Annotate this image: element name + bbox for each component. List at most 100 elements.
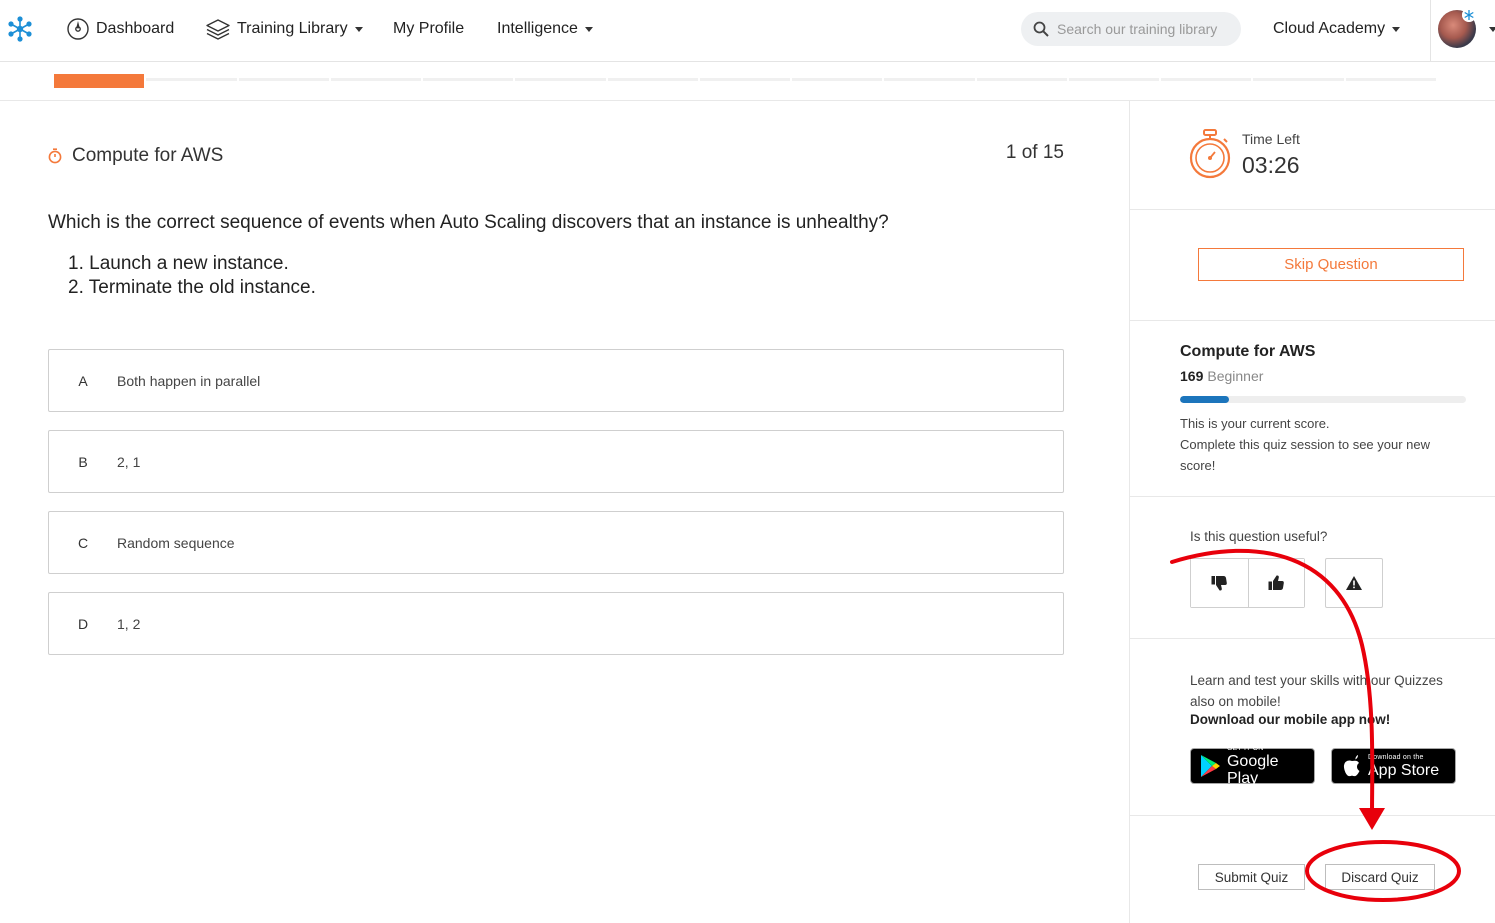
progress-segment bbox=[146, 78, 237, 81]
progress-segment bbox=[699, 78, 791, 81]
sidebar-divider bbox=[1129, 101, 1130, 923]
top-navbar: Dashboard Training Library My Profile In… bbox=[0, 0, 1495, 62]
cloud-academy-logo-icon[interactable] bbox=[5, 14, 35, 44]
progress-segment bbox=[423, 78, 514, 81]
progress-segment bbox=[238, 78, 329, 81]
nav-my-profile[interactable]: My Profile bbox=[393, 0, 464, 58]
sidebar-section-divider bbox=[1130, 496, 1495, 497]
nav-divider bbox=[1430, 0, 1431, 61]
google-play-small-text: GET IT ON bbox=[1226, 745, 1264, 752]
thumbs-up-button[interactable] bbox=[1247, 559, 1304, 607]
search-input[interactable] bbox=[1057, 21, 1232, 37]
vote-group bbox=[1190, 558, 1305, 608]
progress-segment bbox=[1068, 78, 1160, 81]
progress-segment bbox=[515, 78, 606, 81]
nav-intelligence[interactable]: Intelligence bbox=[497, 0, 593, 58]
chevron-down-icon[interactable] bbox=[1489, 27, 1495, 32]
chevron-down-icon bbox=[584, 26, 593, 32]
divider bbox=[0, 100, 1495, 101]
snowflake-badge-icon bbox=[1462, 8, 1476, 22]
skip-question-button[interactable]: Skip Question bbox=[1198, 248, 1464, 281]
progress-segment bbox=[884, 78, 975, 81]
score-progress-bar bbox=[1180, 396, 1466, 403]
nav-my-profile-label: My Profile bbox=[393, 20, 465, 37]
answer-text: 2, 1 bbox=[117, 453, 141, 470]
submit-quiz-button[interactable]: Submit Quiz bbox=[1198, 864, 1305, 890]
nav-training-library[interactable]: Training Library bbox=[205, 0, 363, 58]
time-left-label: Time Left bbox=[1242, 131, 1300, 147]
mobile-promo-cta: Download our mobile app now! bbox=[1190, 712, 1391, 727]
search-box[interactable] bbox=[1021, 12, 1241, 46]
answer-text: Both happen in parallel bbox=[117, 372, 261, 389]
score-progress-fill bbox=[1180, 396, 1229, 403]
report-problem-button[interactable] bbox=[1325, 558, 1383, 608]
chevron-down-icon bbox=[1392, 26, 1401, 32]
useful-question-label: Is this question useful? bbox=[1190, 529, 1328, 544]
score-note-line: This is your current score. bbox=[1180, 416, 1330, 431]
score-level: Beginner bbox=[1207, 368, 1264, 384]
answer-letter: D bbox=[77, 615, 89, 632]
progress-segment bbox=[792, 78, 883, 81]
app-store-big-text: App Store bbox=[1368, 761, 1440, 779]
answer-letter: A bbox=[78, 372, 88, 389]
thumbs-down-icon bbox=[1211, 576, 1228, 591]
score-note-line: Complete this quiz session to see your n… bbox=[1180, 437, 1431, 473]
nav-intelligence-label: Intelligence bbox=[497, 20, 578, 37]
answer-option-b[interactable]: B 2, 1 bbox=[48, 430, 1064, 493]
layers-icon bbox=[206, 19, 230, 40]
warning-icon bbox=[1346, 576, 1362, 590]
sidebar-section-divider bbox=[1130, 815, 1495, 816]
question-step: 2. Terminate the old instance. bbox=[68, 277, 316, 298]
sidebar-section-divider bbox=[1130, 209, 1495, 210]
question-steps: 1. Launch a new instance. 2. Terminate t… bbox=[68, 252, 316, 300]
progress-segment bbox=[607, 78, 698, 81]
progress-segment bbox=[54, 74, 145, 88]
thumbs-up-icon bbox=[1268, 575, 1285, 590]
progress-segment bbox=[330, 78, 422, 81]
nav-dashboard-label: Dashboard bbox=[96, 20, 175, 37]
apple-icon bbox=[1343, 755, 1360, 777]
thumbs-down-button[interactable] bbox=[1191, 559, 1248, 607]
google-play-badge[interactable]: GET IT ON Google Play bbox=[1190, 745, 1315, 787]
question-step: 1. Launch a new instance. bbox=[68, 253, 289, 274]
mobile-promo-text: Learn and test your skills with our Quiz… bbox=[1190, 673, 1443, 709]
app-store-badge[interactable]: Download on the App Store bbox=[1331, 748, 1456, 784]
app-store-small-text: Download on the bbox=[1368, 753, 1424, 761]
nav-account-label: Cloud Academy bbox=[1273, 20, 1386, 37]
sidebar-section-divider bbox=[1130, 320, 1495, 321]
answer-letter: B bbox=[78, 453, 88, 470]
course-title: Compute for AWS bbox=[48, 145, 223, 167]
score-line: 169 Beginner bbox=[1180, 368, 1263, 384]
answer-option-d[interactable]: D 1, 2 bbox=[48, 592, 1064, 655]
answer-option-c[interactable]: C Random sequence bbox=[48, 511, 1064, 574]
chevron-down-icon bbox=[354, 26, 363, 32]
annotation-arrowhead bbox=[1359, 808, 1385, 830]
answer-text: 1, 2 bbox=[117, 615, 141, 632]
question-counter: 1 of 15 bbox=[1005, 142, 1064, 163]
progress-segment bbox=[976, 78, 1067, 81]
search-icon bbox=[1033, 21, 1049, 37]
progress-segment bbox=[1253, 78, 1344, 81]
stopwatch-icon bbox=[48, 148, 62, 164]
score-course-title: Compute for AWS bbox=[1180, 343, 1316, 360]
discard-quiz-button[interactable]: Discard Quiz bbox=[1325, 864, 1435, 890]
nav-training-library-label: Training Library bbox=[237, 20, 348, 37]
sidebar-section-divider bbox=[1130, 638, 1495, 639]
time-left-value: 03:26 bbox=[1242, 152, 1300, 178]
progress-segment bbox=[1345, 78, 1436, 81]
answer-option-a[interactable]: A Both happen in parallel bbox=[48, 349, 1064, 412]
answer-letter: C bbox=[77, 534, 89, 551]
google-play-icon bbox=[1200, 755, 1220, 777]
progress-segment bbox=[1161, 78, 1252, 81]
timer-icon bbox=[1189, 129, 1231, 179]
score-value: 169 bbox=[1180, 368, 1204, 384]
nav-account-menu[interactable]: Cloud Academy bbox=[1273, 0, 1401, 58]
nav-dashboard[interactable]: Dashboard bbox=[66, 0, 174, 58]
google-play-big-text: Google Play bbox=[1226, 753, 1279, 787]
question-progress bbox=[54, 74, 1436, 88]
compass-icon bbox=[67, 18, 89, 40]
course-title-text: Compute for AWS bbox=[72, 145, 224, 166]
score-note: This is your current score. Complete thi… bbox=[1180, 413, 1460, 476]
question-text: Which is the correct sequence of events … bbox=[48, 212, 889, 233]
answer-text: Random sequence bbox=[117, 534, 235, 551]
